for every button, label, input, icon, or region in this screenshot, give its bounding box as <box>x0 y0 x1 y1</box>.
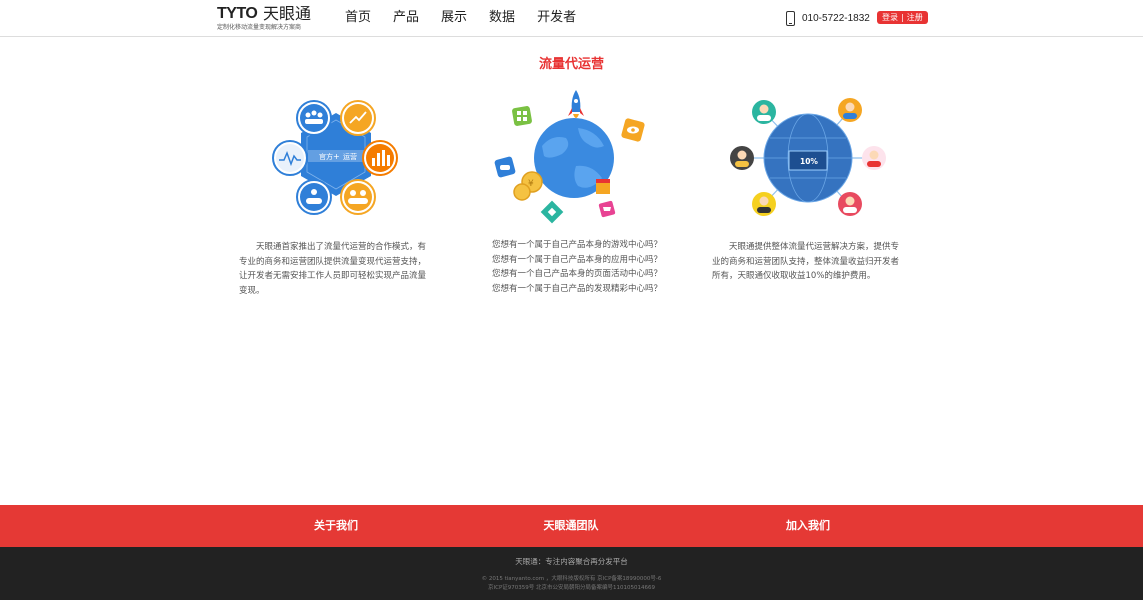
register-button[interactable]: 注册 <box>907 11 923 24</box>
footer-link-team[interactable]: 天眼通团队 <box>544 505 599 547</box>
users-icon <box>296 179 332 215</box>
nav-item-data[interactable]: 数据 <box>478 0 526 36</box>
avatar-icon <box>862 146 886 170</box>
avatar-icon <box>730 146 754 170</box>
main-nav: 首页 产品 展示 数据 开发者 <box>334 0 587 36</box>
screen-percentage: 10% <box>800 157 818 166</box>
footer-slogan: 天眼通：专注内容聚合再分发平台 <box>515 557 628 566</box>
text-line: 所有，天眼通仅收取收益10%的维护费用。 <box>712 271 876 281</box>
nav-item-showcase[interactable]: 展示 <box>430 0 478 36</box>
nav-item-developers[interactable]: 开发者 <box>526 0 587 36</box>
app-center-globe-illustration: ¥ <box>494 90 645 224</box>
team-icon <box>296 100 332 136</box>
gamepad-icon <box>494 156 516 178</box>
nav-item-home[interactable]: 首页 <box>334 0 382 36</box>
hub-plus: + <box>333 152 340 161</box>
eye-icon <box>621 118 645 142</box>
auth-buttons: 登录 | 注册 <box>877 11 928 24</box>
svg-text:¥: ¥ <box>528 179 534 189</box>
mobile-phone-icon <box>786 10 795 26</box>
logo-tagline: 定制化移动流量变现解决方案商 <box>217 24 302 31</box>
cart-icon <box>598 200 616 218</box>
avatar-icon <box>838 192 862 216</box>
grid-app-icon <box>512 106 532 126</box>
footer-icp: 京ICP证970359号 北京市公安局朝阳分局备案编号110105014669 <box>487 585 655 591</box>
revenue-share-illustration: 10% <box>730 98 886 216</box>
coins-icon: ¥ <box>513 171 543 201</box>
phone-number: 010-5722-1832 <box>802 12 870 24</box>
footer-link-about[interactable]: 关于我们 <box>314 505 358 547</box>
avatar-icon <box>752 192 776 216</box>
logo-mark: TYTO <box>217 5 258 22</box>
feature-questions-list: 您想有一个属于自己产品本身的游戏中心吗？ 您想有一个属于自己产品本身的应用中心吗… <box>492 238 672 296</box>
footer-info: 天眼通：专注内容聚合再分发平台 © 2015 tianyanto.com ，大眼… <box>0 547 1143 600</box>
top-header: TYTO 天眼通 定制化移动流量变现解决方案商 首页 产品 展示 数据 开发者 … <box>0 0 1143 37</box>
text-line: 天眼通首家推出了流量代运营的合作模式，有 <box>256 242 427 252</box>
logo-chinese-name: 天眼通 <box>263 4 312 23</box>
brand-logo[interactable]: TYTO 天眼通 定制化移动流量变现解决方案商 <box>217 5 312 33</box>
hub-left-label: 官方 <box>319 152 333 161</box>
pulse-icon <box>272 140 308 176</box>
feature-description-solution: 天眼通提供整体流量代运营解决方案，提供专 业的商务和运营团队支持，整体流量收益归… <box>712 240 912 284</box>
hub-right-label: 运营 <box>343 152 357 161</box>
contact-phone: 010-5722-1832 <box>786 10 870 26</box>
gift-icon <box>596 179 610 194</box>
rocket-icon <box>568 90 584 118</box>
footer-links-bar: 关于我们 天眼通团队 加入我们 <box>0 505 1143 547</box>
operations-hub-illustration: 官方 + 运营 <box>272 100 398 215</box>
text-line: 变现。 <box>239 285 265 296</box>
footer-link-join[interactable]: 加入我们 <box>786 505 830 547</box>
group-icon <box>340 179 376 215</box>
diamond-icon <box>540 200 564 224</box>
text-line: 您想有一个属于自己产品的发现精彩中心吗？ <box>492 283 663 294</box>
monitor-icon: 10% <box>788 150 828 171</box>
text-line: 专业的商务和运营团队提供流量变现代运营支持， <box>239 256 427 267</box>
avatar-icon <box>752 100 776 124</box>
text-line: 您想有一个自己产品本身的页面活动中心吗？ <box>492 269 663 279</box>
nav-item-products[interactable]: 产品 <box>382 0 430 36</box>
trend-up-icon <box>340 100 376 136</box>
text-line: 让开发者无需安排工作人员即可轻松实现产品流量 <box>239 271 427 281</box>
avatar-icon <box>838 98 862 122</box>
auth-divider: | <box>901 13 904 22</box>
text-line: 您想有一个属于自己产品本身的游戏中心吗？ <box>492 240 663 250</box>
text-line: 天眼通提供整体流量代运营解决方案，提供专 <box>729 242 900 252</box>
section-title: 流量代运营 <box>538 57 604 72</box>
login-button[interactable]: 登录 <box>882 11 898 24</box>
text-line: 业的商务和运营团队支持，整体流量收益归开发者 <box>712 256 900 267</box>
bar-chart-icon <box>362 140 398 176</box>
text-line: 您想有一个属于自己产品本身的应用中心吗？ <box>492 254 663 265</box>
footer-copyright: © 2015 tianyanto.com ，大眼科技版权所有 京ICP备案189… <box>481 576 662 582</box>
feature-description-cooperation: 天眼通首家推出了流量代运营的合作模式，有 专业的商务和运营团队提供流量变现代运营… <box>239 240 439 298</box>
